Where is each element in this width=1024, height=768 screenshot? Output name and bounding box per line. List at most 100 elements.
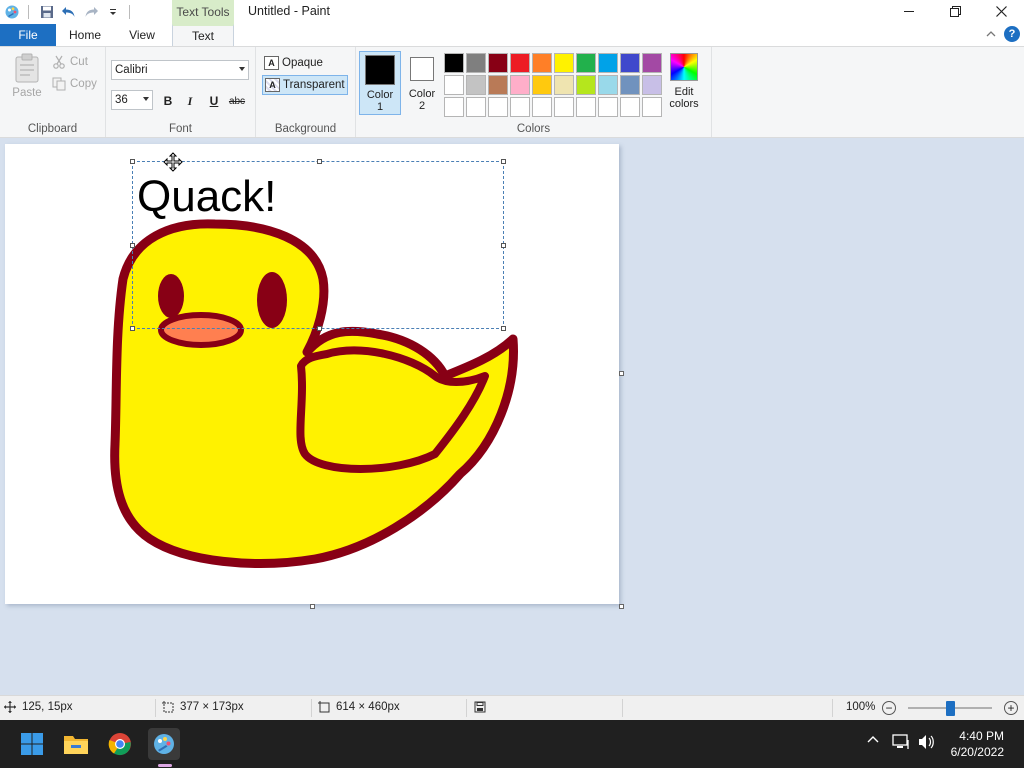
- zoom-out-button[interactable]: −: [882, 701, 896, 715]
- palette-swatch[interactable]: [576, 75, 596, 95]
- text-box-handle[interactable]: [130, 159, 135, 164]
- palette-swatch[interactable]: [444, 53, 464, 73]
- volume-icon[interactable]: [918, 734, 936, 750]
- palette-swatch[interactable]: [576, 97, 596, 117]
- tab-text[interactable]: Text: [172, 24, 234, 46]
- palette-swatch[interactable]: [488, 53, 508, 73]
- copy-button[interactable]: Copy: [52, 77, 97, 91]
- status-separator: [311, 699, 312, 717]
- background-group: A Opaque A Transparent Background: [256, 47, 356, 137]
- palette-swatch[interactable]: [488, 75, 508, 95]
- copy-label: Copy: [70, 78, 97, 90]
- palette-swatch[interactable]: [466, 97, 486, 117]
- canvas-size-icon: [318, 701, 330, 713]
- palette-swatch[interactable]: [488, 97, 508, 117]
- collapse-ribbon-icon[interactable]: [986, 27, 996, 41]
- edit-colors-button[interactable]: Edit colors: [666, 53, 702, 110]
- text-box-handle[interactable]: [501, 243, 506, 248]
- file-explorer-button[interactable]: [60, 728, 92, 760]
- text-box-handle[interactable]: [501, 326, 506, 331]
- minimize-button[interactable]: [886, 0, 932, 22]
- font-size-combo[interactable]: 36: [111, 90, 153, 110]
- font-group-label: Font: [168, 123, 192, 135]
- customize-qat-icon[interactable]: [103, 2, 123, 22]
- color1-selector[interactable]: Color 1: [359, 51, 401, 115]
- zoom-slider-thumb[interactable]: [946, 701, 955, 716]
- text-box-handle[interactable]: [317, 326, 322, 331]
- palette-swatch[interactable]: [620, 97, 640, 117]
- tab-view[interactable]: View: [114, 24, 170, 46]
- color2-selector[interactable]: Color 2: [401, 51, 443, 115]
- show-hidden-icons[interactable]: [866, 734, 880, 744]
- palette-swatch[interactable]: [554, 97, 574, 117]
- palette-swatch[interactable]: [510, 53, 530, 73]
- network-icon[interactable]: [892, 734, 910, 750]
- cursor-position-value: 125, 15px: [22, 701, 73, 713]
- font-family-combo[interactable]: Calibri: [111, 60, 249, 80]
- palette-swatch[interactable]: [598, 75, 618, 95]
- bold-button[interactable]: B: [158, 91, 178, 111]
- palette-swatch[interactable]: [532, 97, 552, 117]
- palette-swatch[interactable]: [510, 97, 530, 117]
- window-controls: [886, 0, 1024, 24]
- text-box-handle[interactable]: [130, 243, 135, 248]
- chevron-up-icon: [867, 736, 879, 743]
- strikethrough-button[interactable]: abc: [227, 91, 247, 111]
- drawing-canvas[interactable]: Quack!: [5, 144, 619, 604]
- palette-swatch[interactable]: [642, 53, 662, 73]
- palette-swatch[interactable]: [444, 97, 464, 117]
- ribbon-tabs: File Home View Text ?: [0, 24, 1024, 46]
- palette-swatch[interactable]: [598, 53, 618, 73]
- crosshair-icon: [4, 701, 16, 713]
- canvas-resize-handle-corner[interactable]: [619, 604, 624, 609]
- canvas-resize-handle-bottom[interactable]: [310, 604, 315, 609]
- underline-button[interactable]: U: [204, 91, 224, 111]
- palette-swatch[interactable]: [554, 75, 574, 95]
- status-bar: 125, 15px 377 × 173px 614 × 460px 100% −…: [0, 695, 1024, 720]
- file-size-indicator: [474, 701, 486, 713]
- paste-button[interactable]: Paste: [8, 53, 46, 105]
- palette-swatch[interactable]: [444, 75, 464, 95]
- palette-swatch[interactable]: [642, 75, 662, 95]
- palette-swatch[interactable]: [532, 75, 552, 95]
- palette-swatch[interactable]: [554, 53, 574, 73]
- opaque-option[interactable]: A Opaque: [262, 53, 348, 73]
- active-app-indicator: [158, 764, 172, 767]
- redo-icon[interactable]: [81, 2, 101, 22]
- palette-swatch[interactable]: [598, 97, 618, 117]
- tab-file[interactable]: File: [0, 24, 56, 46]
- help-icon[interactable]: ?: [1004, 26, 1020, 42]
- zoom-in-button[interactable]: +: [1004, 701, 1018, 715]
- canvas-resize-handle-right[interactable]: [619, 371, 624, 376]
- palette-swatch[interactable]: [620, 75, 640, 95]
- save-icon[interactable]: [37, 2, 57, 22]
- undo-icon[interactable]: [59, 2, 79, 22]
- text-box-handle[interactable]: [130, 326, 135, 331]
- window-title: Untitled - Paint: [248, 4, 330, 18]
- taskbar-clock[interactable]: 4:40 PM 6/20/2022: [951, 728, 1004, 760]
- palette-swatch[interactable]: [620, 53, 640, 73]
- clock-time: 4:40 PM: [959, 729, 1004, 743]
- canvas-size: 614 × 460px: [318, 701, 400, 713]
- palette-swatch[interactable]: [532, 53, 552, 73]
- palette-swatch[interactable]: [510, 75, 530, 95]
- tab-home[interactable]: Home: [58, 24, 112, 46]
- text-box-handle[interactable]: [501, 159, 506, 164]
- chrome-button[interactable]: [104, 728, 136, 760]
- paint-app-icon[interactable]: [2, 2, 22, 22]
- canvas-text[interactable]: Quack!: [137, 172, 276, 222]
- text-box-handle[interactable]: [317, 159, 322, 164]
- paint-taskbar-button[interactable]: [148, 728, 180, 760]
- palette-swatch[interactable]: [642, 97, 662, 117]
- start-button[interactable]: [16, 728, 48, 760]
- italic-button[interactable]: I: [180, 91, 200, 111]
- cut-button[interactable]: Cut: [52, 55, 88, 69]
- restore-button[interactable]: [932, 0, 978, 22]
- text-selection-box[interactable]: Quack!: [130, 152, 506, 331]
- palette-swatch[interactable]: [576, 53, 596, 73]
- palette-swatch[interactable]: [466, 75, 486, 95]
- status-separator: [155, 699, 156, 717]
- close-button[interactable]: [978, 0, 1024, 22]
- palette-swatch[interactable]: [466, 53, 486, 73]
- transparent-option[interactable]: A Transparent: [262, 75, 348, 95]
